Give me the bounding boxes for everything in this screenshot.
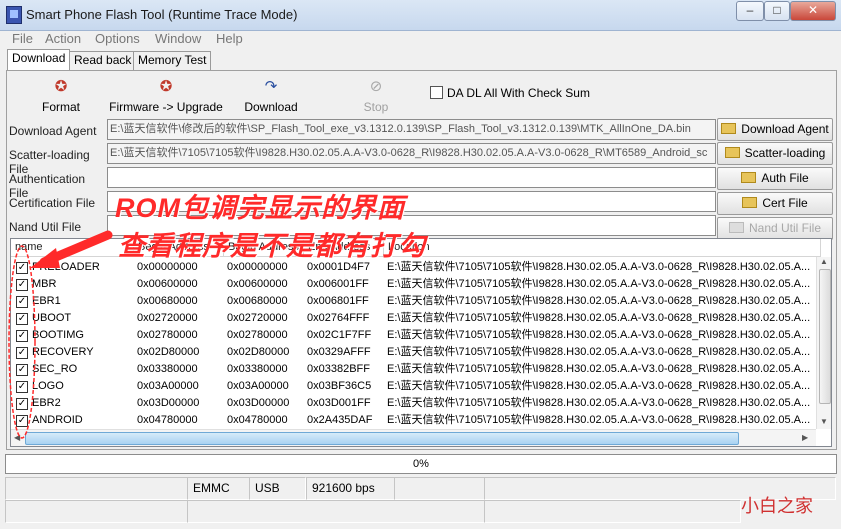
annotation-arrow-head (30, 248, 60, 268)
status-baud: 921600 bps (306, 477, 395, 500)
status-cell-empty-3 (5, 500, 188, 523)
watermark: 小白之家 (741, 496, 813, 517)
status-cell-empty-5 (484, 500, 741, 523)
annotation-ellipse (8, 245, 36, 439)
status-port: USB (249, 477, 306, 500)
progress-bar: 0% (5, 454, 837, 474)
status-cell-empty-4 (187, 500, 485, 523)
status-storage: EMMC (187, 477, 250, 500)
status-cell-blank (5, 477, 188, 500)
status-cell-empty-1 (394, 477, 485, 500)
annotation-overlay (8, 230, 113, 439)
